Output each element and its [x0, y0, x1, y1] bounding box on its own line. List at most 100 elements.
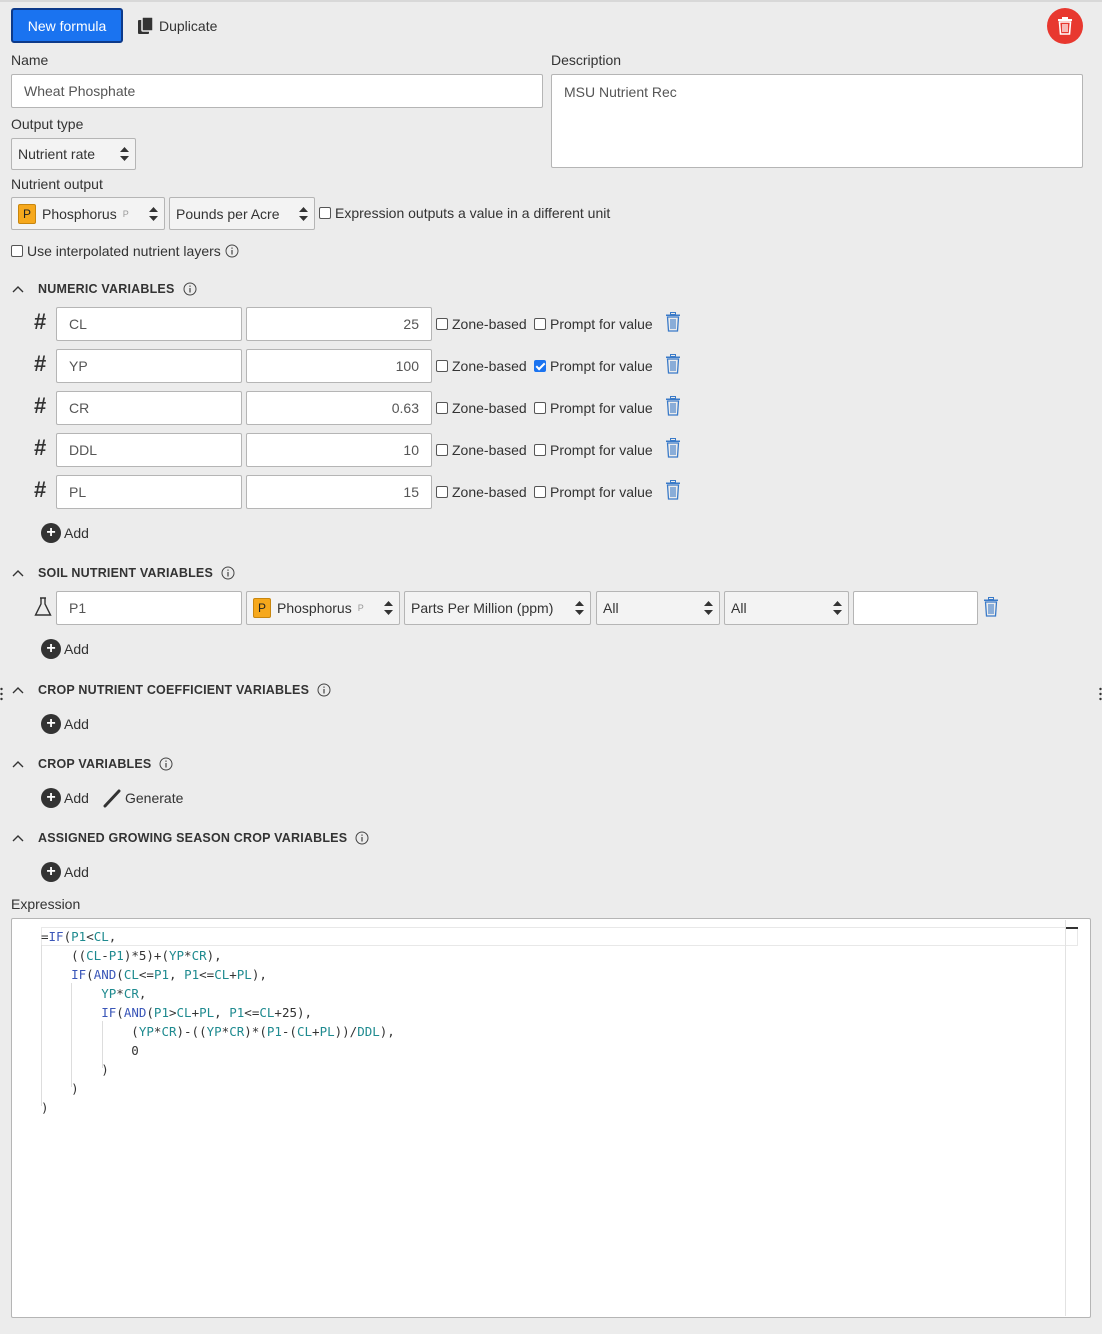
- nutrient-output-select[interactable]: P Phosphorus P: [11, 197, 165, 230]
- output-type-select[interactable]: Nutrient rate: [11, 138, 136, 170]
- add-crop-coefficient-button[interactable]: + Add: [41, 714, 89, 734]
- zone-based-label: Zone-based: [452, 400, 527, 416]
- generate-label: Generate: [125, 790, 184, 806]
- delete-formula-button[interactable]: [1047, 8, 1083, 44]
- soil-variable-name-input[interactable]: P1: [56, 591, 242, 625]
- duplicate-button[interactable]: Duplicate: [137, 14, 217, 38]
- crop-variables-header[interactable]: CROP VARIABLES: [12, 757, 173, 771]
- minimize-icon[interactable]: [1066, 927, 1078, 929]
- numeric-variable-value-input[interactable]: 25: [246, 307, 432, 341]
- add-assigned-crop-variable-button[interactable]: + Add: [41, 862, 89, 882]
- prompt-label: Prompt for value: [550, 400, 653, 416]
- name-label: Name: [11, 52, 49, 68]
- prompt-checkbox-row[interactable]: Prompt for value: [534, 442, 653, 458]
- editor-scrollbar-track[interactable]: [1065, 920, 1066, 1316]
- soil-nutrient-select[interactable]: P Phosphorus P: [246, 591, 400, 625]
- updown-icon: [575, 601, 584, 615]
- new-formula-button[interactable]: New formula: [11, 8, 123, 43]
- info-icon[interactable]: [317, 683, 331, 697]
- prompt-label: Prompt for value: [550, 484, 653, 500]
- chevron-up-icon: [12, 570, 24, 577]
- zone-based-checkbox[interactable]: [436, 318, 448, 330]
- prompt-checkbox-row[interactable]: Prompt for value: [534, 484, 653, 500]
- soil-filter-select-2[interactable]: All: [724, 591, 849, 625]
- zone-based-checkbox[interactable]: [436, 444, 448, 456]
- numeric-variable-value-input[interactable]: 10: [246, 433, 432, 467]
- description-label: Description: [551, 52, 622, 68]
- zone-based-checkbox-row[interactable]: Zone-based: [436, 400, 527, 416]
- hash-icon: #: [34, 351, 47, 376]
- delete-variable-trash-icon[interactable]: [665, 396, 681, 416]
- different-unit-checkbox-row[interactable]: Expression outputs a value in a differen…: [319, 205, 610, 221]
- nutrient-subscript: P: [357, 603, 364, 613]
- updown-icon: [704, 601, 713, 615]
- numeric-variable-name-input[interactable]: YP: [56, 349, 242, 383]
- numeric-variable-value-input[interactable]: 15: [246, 475, 432, 509]
- numeric-variables-title: NUMERIC VARIABLES: [38, 282, 175, 296]
- unit-select[interactable]: Pounds per Acre: [169, 197, 315, 230]
- add-crop-variable-button[interactable]: + Add: [41, 788, 89, 808]
- delete-variable-trash-icon[interactable]: [665, 480, 681, 500]
- numeric-variable-name-input[interactable]: CL: [56, 307, 242, 341]
- add-numeric-variable-button[interactable]: + Add: [41, 523, 89, 543]
- updown-icon: [299, 206, 308, 221]
- prompt-checkbox[interactable]: [534, 486, 546, 498]
- info-icon[interactable]: [221, 566, 235, 580]
- unit-value: Pounds per Acre: [176, 205, 280, 222]
- plus-circle-icon: +: [41, 714, 61, 734]
- add-label: Add: [64, 790, 89, 806]
- info-icon[interactable]: [225, 244, 239, 258]
- zone-based-checkbox-row[interactable]: Zone-based: [436, 484, 527, 500]
- add-label: Add: [64, 716, 89, 732]
- info-icon[interactable]: [355, 831, 369, 845]
- zone-based-checkbox-row[interactable]: Zone-based: [436, 358, 527, 374]
- numeric-variable-value-input[interactable]: 100: [246, 349, 432, 383]
- zone-based-checkbox-row[interactable]: Zone-based: [436, 316, 527, 332]
- info-icon[interactable]: [183, 282, 197, 296]
- hash-icon: #: [34, 435, 47, 460]
- zone-based-checkbox[interactable]: [436, 360, 448, 372]
- left-resize-handle[interactable]: [0, 686, 3, 702]
- soil-extra-input[interactable]: [853, 591, 978, 625]
- numeric-variable-name-input[interactable]: PL: [56, 475, 242, 509]
- info-icon[interactable]: [159, 757, 173, 771]
- prompt-checkbox-row[interactable]: Prompt for value: [534, 358, 653, 374]
- chevron-up-icon: [12, 687, 24, 694]
- interpolated-checkbox-row[interactable]: Use interpolated nutrient layers: [11, 243, 239, 259]
- crop-coefficient-variables-header[interactable]: CROP NUTRIENT COEFFICIENT VARIABLES: [12, 683, 331, 697]
- prompt-checkbox[interactable]: [534, 444, 546, 456]
- prompt-checkbox[interactable]: [534, 360, 546, 372]
- soil-nutrient-variables-title: SOIL NUTRIENT VARIABLES: [38, 566, 213, 580]
- different-unit-checkbox[interactable]: [319, 207, 331, 219]
- prompt-checkbox[interactable]: [534, 318, 546, 330]
- top-divider: [0, 0, 1102, 2]
- soil-unit-select[interactable]: Parts Per Million (ppm): [404, 591, 591, 625]
- description-textarea[interactable]: MSU Nutrient Rec: [551, 74, 1083, 168]
- prompt-checkbox[interactable]: [534, 402, 546, 414]
- generate-button[interactable]: Generate: [102, 788, 183, 808]
- numeric-variables-header[interactable]: NUMERIC VARIABLES: [12, 282, 197, 296]
- trash-icon[interactable]: [983, 597, 999, 617]
- assigned-crop-variables-header[interactable]: ASSIGNED GROWING SEASON CROP VARIABLES: [12, 831, 369, 845]
- code-line: =IF(P1<CL,: [41, 929, 117, 944]
- delete-variable-trash-icon[interactable]: [665, 312, 681, 332]
- numeric-variable-name-input[interactable]: CR: [56, 391, 242, 425]
- nutrient-value: Phosphorus: [42, 205, 117, 222]
- soil-nutrient-variables-header[interactable]: SOIL NUTRIENT VARIABLES: [12, 566, 235, 580]
- name-input[interactable]: Wheat Phosphate: [11, 74, 543, 108]
- zone-based-checkbox[interactable]: [436, 486, 448, 498]
- numeric-variable-value-input[interactable]: 0.63: [246, 391, 432, 425]
- different-unit-label: Expression outputs a value in a differen…: [335, 205, 611, 221]
- zone-based-checkbox[interactable]: [436, 402, 448, 414]
- prompt-checkbox-row[interactable]: Prompt for value: [534, 400, 653, 416]
- add-soil-variable-button[interactable]: + Add: [41, 639, 89, 659]
- delete-variable-trash-icon[interactable]: [665, 354, 681, 374]
- prompt-checkbox-row[interactable]: Prompt for value: [534, 316, 653, 332]
- numeric-variable-name-input[interactable]: DDL: [56, 433, 242, 467]
- zone-based-checkbox-row[interactable]: Zone-based: [436, 442, 527, 458]
- delete-variable-trash-icon[interactable]: [665, 438, 681, 458]
- code-line: ): [41, 1062, 109, 1077]
- expression-editor[interactable]: =IF(P1<CL, ((CL-P1)*5)+(YP*CR), IF(AND(C…: [11, 918, 1091, 1318]
- interpolated-checkbox[interactable]: [11, 245, 23, 257]
- soil-filter-select-1[interactable]: All: [596, 591, 720, 625]
